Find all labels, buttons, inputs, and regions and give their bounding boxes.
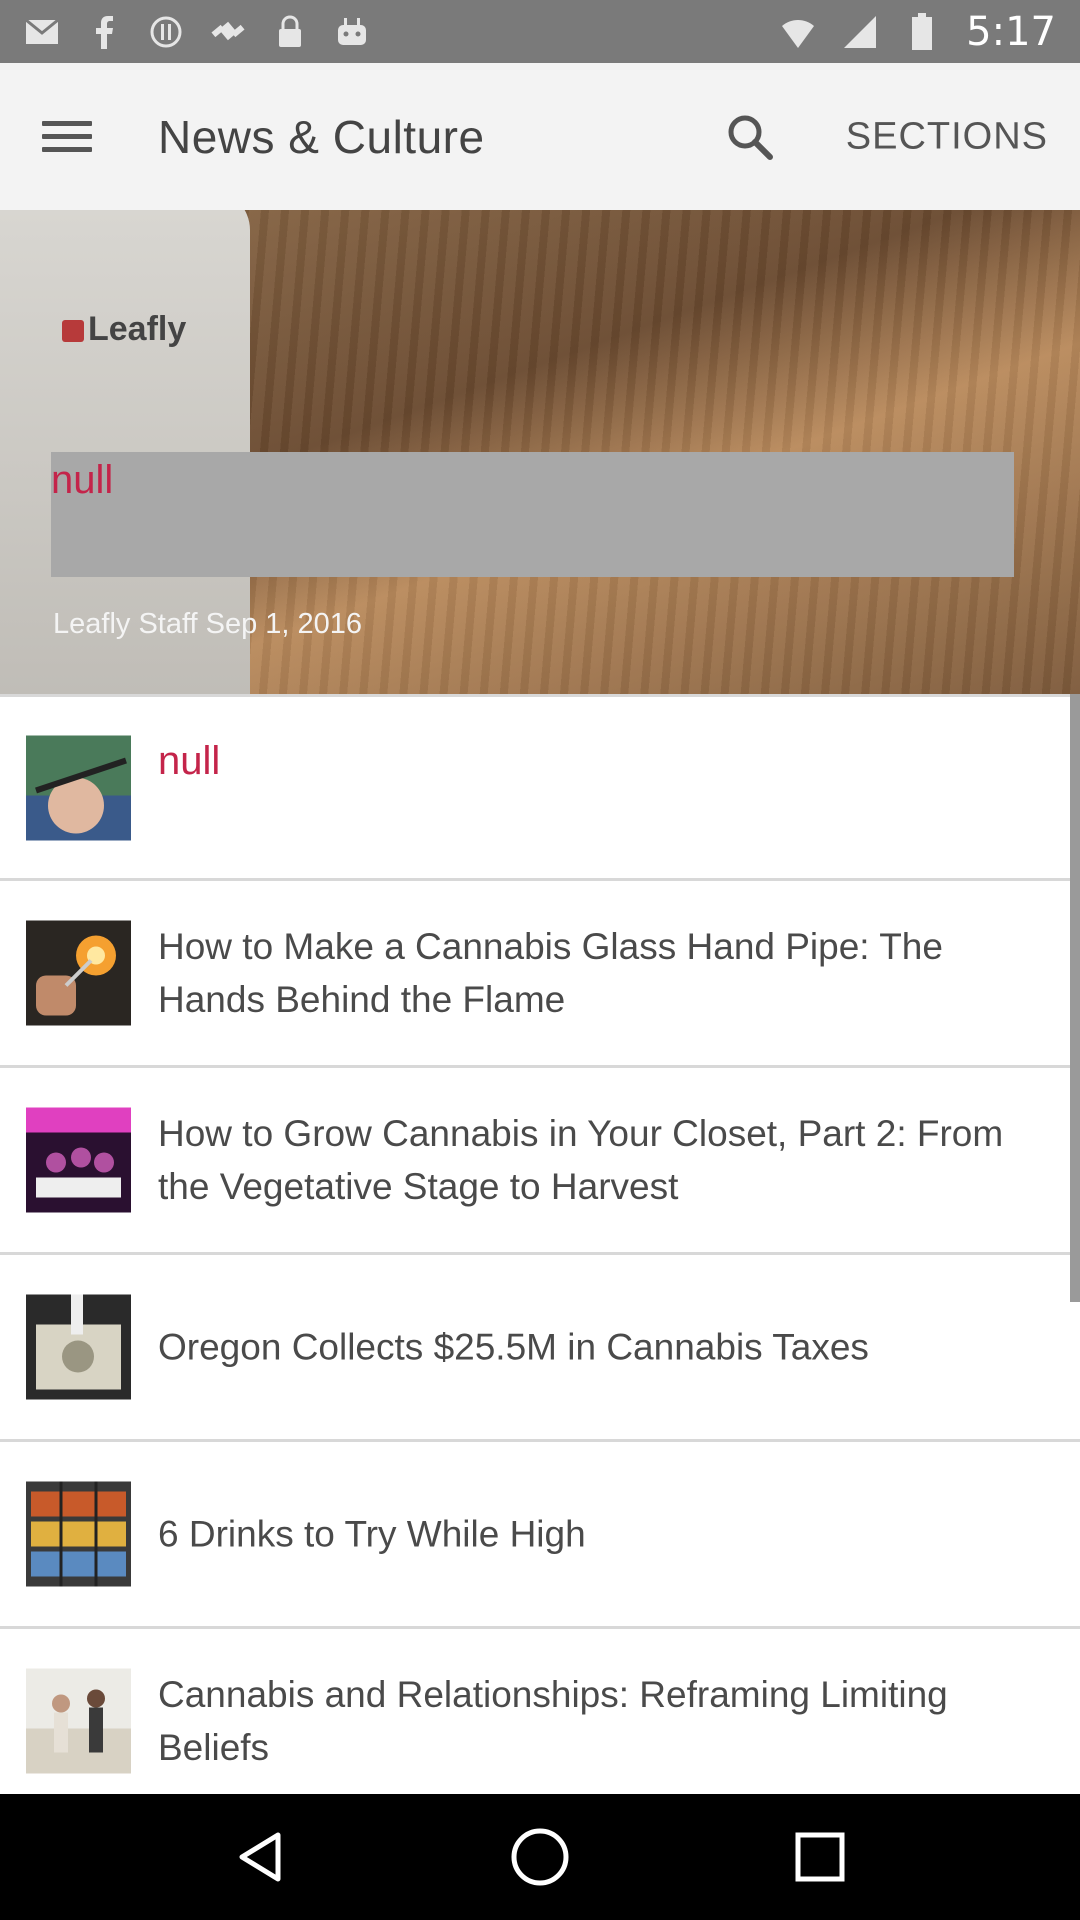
app-bar: News & Culture SECTIONS — [0, 63, 1080, 210]
article-title: Oregon Collects $25.5M in Cannabis Taxes — [158, 1326, 869, 1368]
facebook-icon — [86, 14, 122, 50]
fake-gps-icon — [210, 14, 246, 50]
article-title: How to Grow Cannabis in Your Closet, Par… — [158, 1113, 1004, 1207]
status-bar: 5:17 — [0, 0, 1080, 63]
hero-title: null — [51, 458, 114, 502]
article-title: How to Make a Cannabis Glass Hand Pipe: … — [158, 926, 943, 1020]
recents-square-icon[interactable] — [785, 1822, 855, 1892]
mail-icon — [24, 14, 60, 50]
article-title: 6 Drinks to Try While High — [158, 1513, 586, 1555]
leafly-logo: Leafly — [62, 310, 186, 349]
list-item[interactable]: How to Grow Cannabis in Your Closet, Par… — [0, 1068, 1080, 1255]
featured-article[interactable]: Leafly null Leafly Staff Sep 1, 2016 — [0, 210, 1080, 694]
list-item[interactable]: 6 Drinks to Try While High — [0, 1442, 1080, 1629]
network-icon — [780, 14, 816, 50]
grow-lights-thumbnail — [26, 1107, 131, 1213]
list-item[interactable]: How to Make a Cannabis Glass Hand Pipe: … — [0, 881, 1080, 1068]
hero-byline: Leafly Staff Sep 1, 2016 — [53, 608, 363, 640]
system-nav-bar — [0, 1794, 1080, 1920]
signal-icon — [842, 14, 878, 50]
money-thumbnail — [26, 1294, 131, 1400]
list-item[interactable]: null — [0, 694, 1080, 881]
status-system-icons: 5:17 — [780, 9, 1056, 55]
battery-icon — [904, 12, 940, 50]
hamburger-menu-icon[interactable] — [42, 107, 104, 167]
vape-pen-thumbnail — [26, 735, 131, 840]
glass-blowing-thumbnail — [26, 920, 131, 1026]
hero-title-overlay — [51, 452, 1014, 577]
article-list: null How to Make a Cannabis Glass Hand P… — [0, 694, 1080, 1816]
couple-thumbnail — [26, 1668, 131, 1774]
android-icon — [334, 14, 370, 50]
list-item[interactable]: Oregon Collects $25.5M in Cannabis Taxes — [0, 1255, 1080, 1442]
scrollbar[interactable] — [1070, 694, 1080, 1302]
status-time: 5:17 — [966, 8, 1056, 55]
home-circle-icon[interactable] — [505, 1822, 575, 1892]
back-triangle-icon[interactable] — [225, 1822, 295, 1892]
sections-button[interactable]: SECTIONS — [846, 115, 1048, 158]
article-title: null — [158, 739, 221, 783]
article-title: Cannabis and Relationships: Reframing Li… — [158, 1674, 948, 1768]
status-notification-icons — [24, 14, 370, 50]
page-title: News & Culture — [158, 110, 485, 163]
lock-icon — [272, 14, 308, 50]
alert-circle-icon — [148, 14, 184, 50]
drinks-fridge-thumbnail — [26, 1481, 131, 1587]
search-icon[interactable] — [720, 107, 780, 167]
list-item[interactable]: Cannabis and Relationships: Reframing Li… — [0, 1629, 1080, 1816]
